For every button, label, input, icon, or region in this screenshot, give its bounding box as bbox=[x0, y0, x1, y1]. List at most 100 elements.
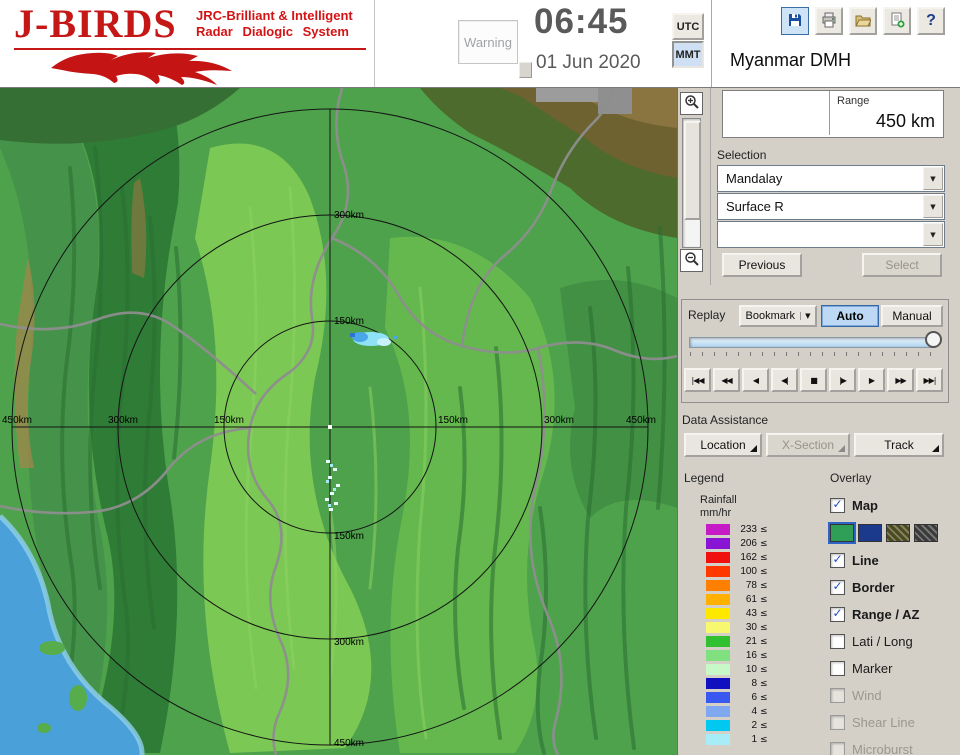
playback-jump-end-button[interactable]: ▶▶| bbox=[916, 368, 943, 392]
map-style-swatch[interactable] bbox=[886, 524, 910, 542]
checkbox[interactable] bbox=[830, 634, 845, 649]
legend-row: 4 ≤ bbox=[706, 706, 768, 717]
playback-controls: |◀◀ ◀◀ ◀ ◀| ■ |▶ ▶ ▶▶ ▶▶| bbox=[684, 368, 943, 392]
legend-operator: ≤ bbox=[760, 734, 768, 745]
zoom-out-icon bbox=[684, 251, 700, 270]
chevron-down-icon[interactable]: ▼ bbox=[923, 195, 943, 218]
playback-fast-forward-button[interactable]: ▶▶ bbox=[887, 368, 914, 392]
overlay-item-border[interactable]: ✓ Border bbox=[830, 574, 958, 601]
overlay-label: Map bbox=[852, 498, 878, 513]
range-box: Range 450 km bbox=[722, 90, 944, 138]
legend-row: 43 ≤ bbox=[706, 608, 768, 619]
map-style-swatches bbox=[828, 522, 958, 544]
legend-color-swatch bbox=[706, 720, 730, 731]
map-style-swatch[interactable] bbox=[828, 522, 856, 544]
mmt-button[interactable]: MMT bbox=[672, 41, 704, 68]
overlay-item-map[interactable]: ✓ Map bbox=[830, 492, 958, 519]
map-style-swatch[interactable] bbox=[858, 524, 882, 542]
legend-operator: ≤ bbox=[760, 720, 768, 731]
checkbox[interactable]: ✓ bbox=[830, 607, 845, 622]
legend-color-swatch bbox=[706, 650, 730, 661]
legend-value: 78 bbox=[745, 580, 757, 591]
legend-color-swatch bbox=[706, 594, 730, 605]
legend-operator: ≤ bbox=[760, 538, 768, 549]
legend-operator: ≤ bbox=[760, 636, 768, 647]
selection-title: Selection bbox=[717, 148, 767, 162]
zoom-in-button[interactable] bbox=[680, 92, 703, 115]
option-dropdown[interactable]: ▼ bbox=[717, 221, 945, 248]
radar-map[interactable]: 450km 300km 150km 150km 300km 450km 300k… bbox=[0, 88, 677, 755]
export-button[interactable] bbox=[883, 7, 911, 35]
print-button[interactable] bbox=[815, 7, 843, 35]
legend-row: 6 ≤ bbox=[706, 692, 768, 703]
overlay-item-range-az[interactable]: ✓ Range / AZ bbox=[830, 601, 958, 628]
site-dropdown[interactable]: Mandalay ▼ bbox=[717, 165, 945, 192]
track-button[interactable]: Track bbox=[854, 433, 944, 457]
help-button[interactable]: ? bbox=[917, 7, 945, 35]
location-button[interactable]: Location bbox=[684, 433, 762, 457]
previous-button[interactable]: Previous bbox=[722, 253, 802, 277]
export-icon bbox=[889, 12, 905, 31]
legend-operator: ≤ bbox=[760, 580, 768, 591]
chevron-down-icon[interactable]: ▼ bbox=[923, 223, 943, 246]
range-label: 150km bbox=[334, 316, 364, 327]
corner-arrow-icon bbox=[932, 445, 939, 452]
legend-color-swatch bbox=[706, 636, 730, 647]
product-dropdown[interactable]: Surface R ▼ bbox=[717, 193, 945, 220]
overlay-item-line[interactable]: ✓ Line bbox=[830, 547, 958, 574]
open-button[interactable] bbox=[849, 7, 877, 35]
playback-pause-forward-button[interactable]: |▶ bbox=[829, 368, 856, 392]
replay-slider-track[interactable] bbox=[689, 337, 935, 348]
header-divider bbox=[711, 0, 712, 87]
chevron-down-icon[interactable]: ▼ bbox=[923, 167, 943, 190]
legend-row: 1 ≤ bbox=[706, 734, 768, 745]
zoom-scrollbar[interactable] bbox=[682, 118, 701, 248]
manual-mode-tab[interactable]: Manual bbox=[881, 305, 943, 327]
checkbox[interactable] bbox=[830, 661, 845, 676]
legend-operator: ≤ bbox=[760, 706, 768, 717]
warning-indicator: Warning bbox=[458, 20, 518, 64]
checkbox bbox=[830, 742, 845, 755]
playback-stop-button[interactable]: ■ bbox=[800, 368, 827, 392]
legend-row: 206 ≤ bbox=[706, 538, 768, 549]
eagle-logo-icon bbox=[48, 44, 238, 91]
legend-row: 61 ≤ bbox=[706, 594, 768, 605]
clock-date: 01 Jun 2020 bbox=[536, 52, 641, 73]
data-assistance-title: Data Assistance bbox=[682, 413, 769, 427]
playback-step-back-button[interactable]: ◀ bbox=[742, 368, 769, 392]
legend-row: 8 ≤ bbox=[706, 678, 768, 689]
overlay-item-marker[interactable]: Marker bbox=[830, 655, 958, 682]
playback-play-button[interactable]: ▶ bbox=[858, 368, 885, 392]
location-label: Location bbox=[700, 438, 746, 452]
overlay-item-lati-long[interactable]: Lati / Long bbox=[830, 628, 958, 655]
map-style-swatch[interactable] bbox=[914, 524, 938, 542]
terrain bbox=[0, 88, 677, 755]
checkbox[interactable]: ✓ bbox=[830, 553, 845, 568]
playback-jump-start-button[interactable]: |◀◀ bbox=[684, 368, 711, 392]
folder-icon bbox=[855, 12, 872, 31]
bookmark-button[interactable]: Bookmark ▼ bbox=[739, 305, 817, 327]
legend-operator: ≤ bbox=[760, 608, 768, 619]
help-icon: ? bbox=[926, 12, 936, 29]
playback-pause-back-button[interactable]: ◀| bbox=[771, 368, 798, 392]
legend-row: 162 ≤ bbox=[706, 552, 768, 563]
zoom-out-button[interactable] bbox=[680, 249, 703, 272]
corner-arrow-icon bbox=[838, 445, 845, 452]
save-button[interactable] bbox=[781, 7, 809, 35]
corner-arrow-icon bbox=[750, 445, 757, 452]
legend-value: 4 bbox=[751, 706, 757, 717]
utc-button[interactable]: UTC bbox=[672, 13, 704, 40]
legend-color-swatch bbox=[706, 706, 730, 717]
checkbox[interactable]: ✓ bbox=[830, 580, 845, 595]
overlay-label: Shear Line bbox=[852, 715, 915, 730]
range-box-divider bbox=[829, 91, 830, 135]
zoom-scrollbar-thumb[interactable] bbox=[684, 121, 701, 220]
checkbox[interactable]: ✓ bbox=[830, 498, 845, 513]
playback-rewind-button[interactable]: ◀◀ bbox=[713, 368, 740, 392]
legend-row: 16 ≤ bbox=[706, 650, 768, 661]
station-title: Myanmar DMH bbox=[730, 50, 852, 70]
replay-slider-handle[interactable] bbox=[925, 331, 942, 348]
auto-mode-tab[interactable]: Auto bbox=[821, 305, 879, 327]
bookmark-label: Bookmark bbox=[745, 310, 796, 322]
date-stepper[interactable] bbox=[519, 62, 532, 78]
